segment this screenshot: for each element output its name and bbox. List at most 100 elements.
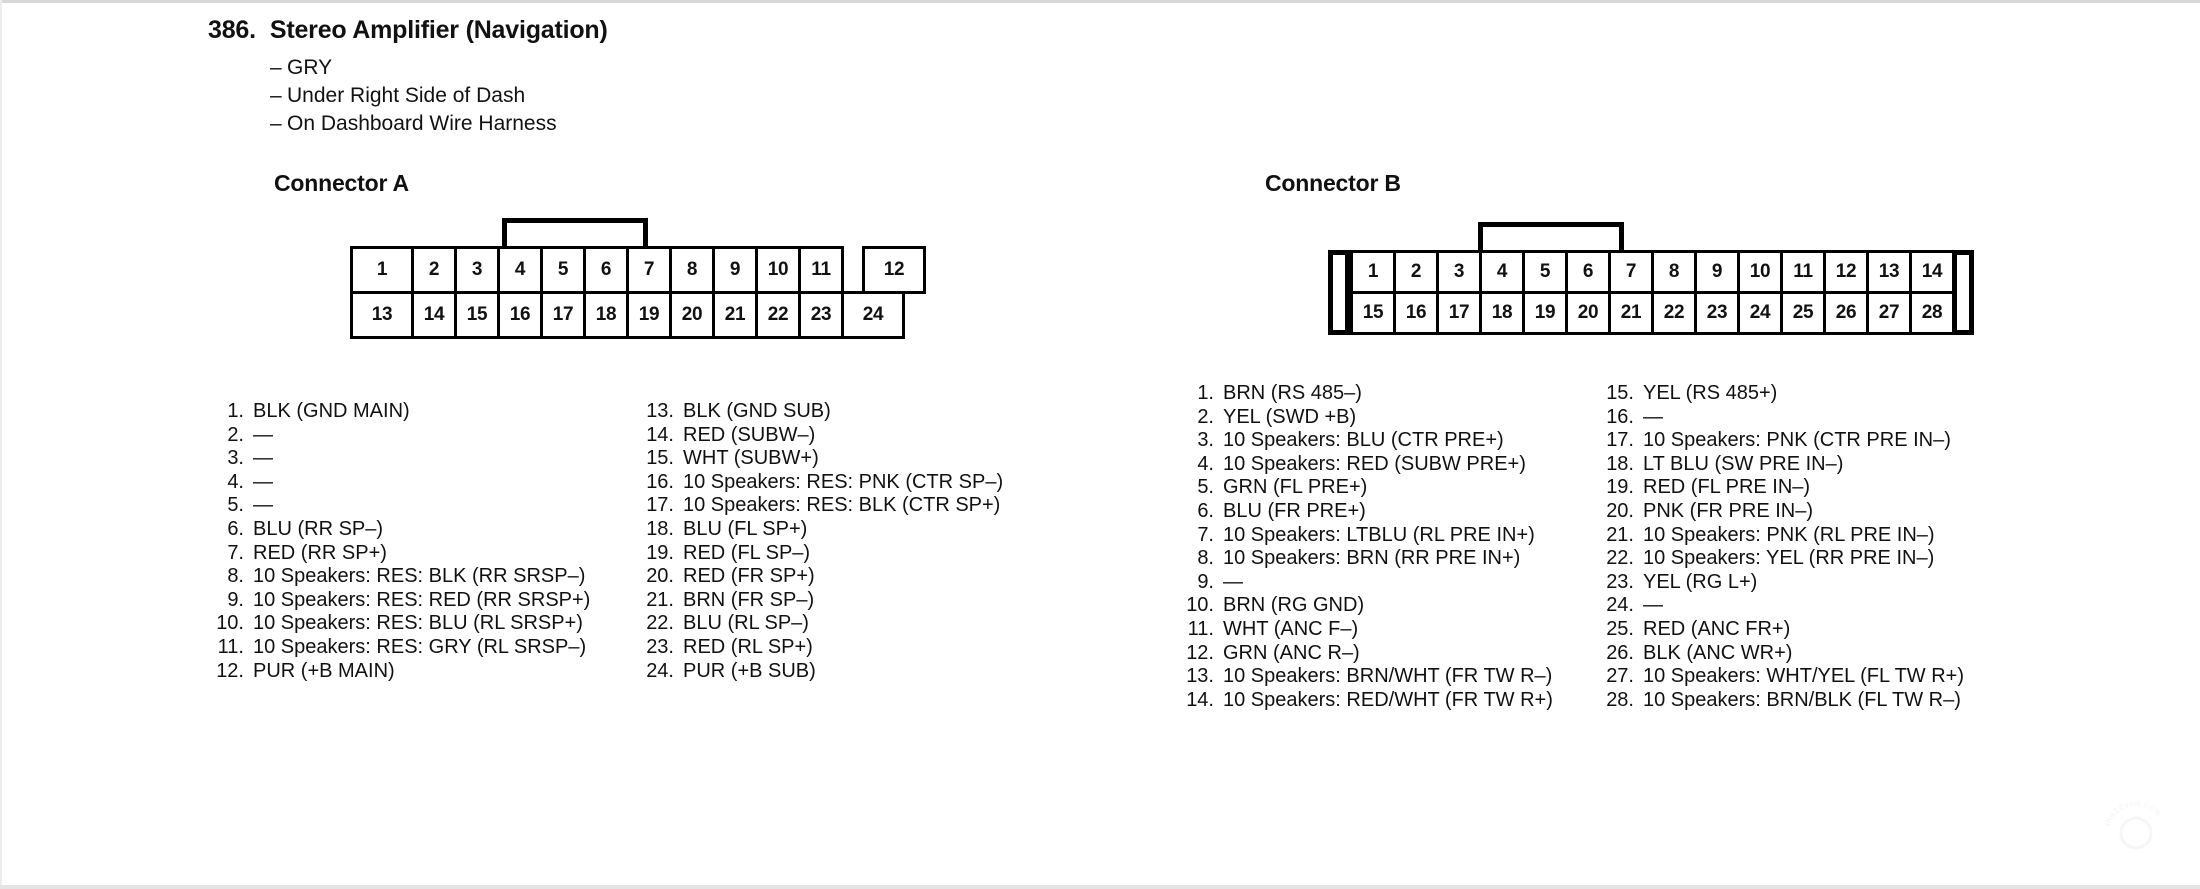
pin-description: RED (SUBW–) xyxy=(683,423,816,446)
pin-description: — xyxy=(1643,405,1663,428)
site-watermark: the12volt.com xyxy=(2098,795,2174,871)
pin-list-item: 20. RED (FR SP+) xyxy=(638,565,1058,587)
connector-a-pin-lists: 1. BLK (GND MAIN) 2. — 3. — 4. — 5. — 6. BLU (RR SP… xyxy=(208,400,1058,683)
pin-list-item: 28. 10 Speakers: BRN/BLK (FL TW R–) xyxy=(1598,689,2018,711)
pin-description: 10 Speakers: RES: RED (RR SRSP+) xyxy=(253,588,591,611)
pin-description: BLK (GND MAIN) xyxy=(253,400,410,422)
pin-cell: 28 xyxy=(1909,291,1955,335)
pin-list-item: 7. RED (RR SP+) xyxy=(208,542,638,564)
entry-title: Stereo Amplifier (Navigation) xyxy=(269,16,608,44)
pin-number: 28. xyxy=(1606,688,1634,711)
connector-b-diagram: 1 2 3 4 5 6 7 8 9 10 11 12 13 14 15 16 17 18 19 20 21 22 23 24… xyxy=(1328,222,1974,335)
pin-number: 16. xyxy=(1606,405,1634,428)
pin-number: 1. xyxy=(1197,382,1214,404)
pin-description: 10 Speakers: YEL (RR PRE IN–) xyxy=(1643,547,1935,570)
pin-cell: 18 xyxy=(1479,291,1525,335)
pin-description: 10 Speakers: BRN/BLK (FL TW R–) xyxy=(1643,688,1961,711)
pin-list-item: 25. RED (ANC FR+) xyxy=(1598,618,2018,640)
pin-description: GRN (ANC R–) xyxy=(1223,641,1360,664)
header-note: – On Dashboard Wire Harness xyxy=(270,110,1108,138)
pin-list-item: 15. YEL (RS 485+) xyxy=(1598,382,2018,404)
pin-number: 9. xyxy=(227,588,244,611)
pin-description: WHT (ANC F–) xyxy=(1223,617,1359,640)
pin-description: RED (RL SP+) xyxy=(683,635,813,658)
pin-cell: 24 xyxy=(1737,291,1783,335)
pin-description: 10 Speakers: BRN (RR PRE IN+) xyxy=(1223,547,1521,570)
pin-number: 14. xyxy=(646,423,674,446)
pin-number: 22. xyxy=(646,612,674,635)
pin-list-item: 12. PUR (+B MAIN) xyxy=(208,660,638,682)
pin-list-item: 7. 10 Speakers: LTBLU (RL PRE IN+) xyxy=(1178,524,1598,546)
pin-list-item: 5. — xyxy=(208,494,638,516)
page-bottom-rule xyxy=(0,885,2200,889)
pin-number: 26. xyxy=(1606,641,1634,664)
pin-description: BLK (GND SUB) xyxy=(683,400,831,422)
pin-description: PUR (+B MAIN) xyxy=(253,659,395,682)
pin-list-item: 27. 10 Speakers: WHT/YEL (FL TW R+) xyxy=(1598,665,2018,687)
pin-list-item: 8. 10 Speakers: RES: BLK (RR SRSP–) xyxy=(208,565,638,587)
pin-list-item: 18. LT BLU (SW PRE IN–) xyxy=(1598,453,2018,475)
pin-description: PNK (FR PRE IN–) xyxy=(1643,499,1814,522)
pin-description: 10 Speakers: BRN/WHT (FR TW R–) xyxy=(1223,665,1553,688)
pin-number: 8. xyxy=(227,565,244,588)
pin-cell: 20 xyxy=(669,291,715,339)
pin-description: 10 Speakers: RES: PNK (CTR SP–) xyxy=(683,470,1004,493)
pin-cell: 2 xyxy=(1393,250,1439,294)
pin-list-item: 10. BRN (RG GND) xyxy=(1178,594,1598,616)
pin-cell: 13 xyxy=(350,291,414,339)
connector-a-top-pin-row: 1 2 3 4 5 6 7 8 9 10 11 12 xyxy=(350,246,926,294)
connector-b-pin-grid: 1 2 3 4 5 6 7 8 9 10 11 12 13 14 15 16 17 18 19 20 21 22 23 24… xyxy=(1328,250,1974,335)
pin-list-item: 1. BLK (GND MAIN) xyxy=(208,400,638,422)
pin-description: RED (ANC FR+) xyxy=(1643,617,1791,640)
connector-a-pin-list-right: 13. BLK (GND SUB) 14. RED (SUBW–) 15. WHT (SU… xyxy=(638,400,1058,683)
page-left-rule xyxy=(0,0,2,889)
pin-number: 4. xyxy=(227,470,244,493)
pin-list-item: 9. — xyxy=(1178,571,1598,593)
pin-number: 13. xyxy=(1186,665,1214,688)
pin-number: 23. xyxy=(646,635,674,658)
pin-number: 2. xyxy=(1197,405,1214,428)
connector-a-pin-list-left: 1. BLK (GND MAIN) 2. — 3. — 4. — 5. — 6. BLU (RR SP… xyxy=(208,400,638,683)
pin-description: YEL (RG L+) xyxy=(1643,570,1758,593)
pin-description: BLU (FL SP+) xyxy=(683,517,808,540)
pin-description: RED (RR SP+) xyxy=(253,541,387,564)
connector-b-top-pin-row: 1 2 3 4 5 6 7 8 9 10 11 12 13 14 xyxy=(1350,250,1955,294)
pin-list-item: 13. 10 Speakers: BRN/WHT (FR TW R–) xyxy=(1178,665,1598,687)
pin-cell: 4 xyxy=(1479,250,1525,294)
pin-cell: 1 xyxy=(1350,250,1396,294)
pin-description: 10 Speakers: WHT/YEL (FL TW R+) xyxy=(1643,665,1965,688)
pin-list-item: 11. WHT (ANC F–) xyxy=(1178,618,1598,640)
pin-cell: 8 xyxy=(669,246,715,294)
connector-b-bottom-pin-row: 15 16 17 18 19 20 21 22 23 24 25 26 27 28 xyxy=(1350,291,1955,335)
pin-list-item: 24. PUR (+B SUB) xyxy=(638,660,1058,682)
pin-list-item: 3. — xyxy=(208,447,638,469)
pin-number: 17. xyxy=(646,494,674,517)
pin-cell: 5 xyxy=(1522,250,1568,294)
pin-description: 10 Speakers: RES: BLK (RR SRSP–) xyxy=(253,565,586,588)
pin-list-item: 2. YEL (SWD +B) xyxy=(1178,406,1598,428)
pin-number: 2. xyxy=(227,423,244,446)
pin-cell: 1 xyxy=(350,246,414,294)
pin-list-item: 22. BLU (RL SP–) xyxy=(638,612,1058,634)
pin-number: 3. xyxy=(1197,429,1214,452)
connector-b-pin-list-left: 1. BRN (RS 485–) 2. YEL (SWD +B) 3. 10 Speake… xyxy=(1178,382,1598,712)
pin-list-item: 13. BLK (GND SUB) xyxy=(638,400,1058,422)
pin-list-item: 19. RED (FL PRE IN–) xyxy=(1598,476,2018,498)
pin-number: 1. xyxy=(227,400,244,422)
pin-number: 22. xyxy=(1606,547,1634,570)
pin-description: 10 Speakers: RES: GRY (RL SRSP–) xyxy=(253,635,587,658)
pin-cell: 3 xyxy=(454,246,500,294)
connector-a-pin-grid: 1 2 3 4 5 6 7 8 9 10 11 12 13 14 15 16 17 18 19 20 21 22 23 24 xyxy=(350,246,926,339)
pin-cell: 11 xyxy=(798,246,844,294)
watermark-text: the12volt.com xyxy=(2102,798,2164,827)
pin-list-item: 14. RED (SUBW–) xyxy=(638,424,1058,446)
pin-list-item: 5. GRN (FL PRE+) xyxy=(1178,476,1598,498)
pin-number: 20. xyxy=(1606,499,1634,522)
pin-list-item: 16. — xyxy=(1598,406,2018,428)
pin-cell: 15 xyxy=(1350,291,1396,335)
pin-list-item: 2. — xyxy=(208,424,638,446)
pin-cell: 16 xyxy=(1393,291,1439,335)
pin-number: 5. xyxy=(227,494,244,517)
pin-description: PUR (+B SUB) xyxy=(683,659,816,682)
pin-description: 10 Speakers: RED (SUBW PRE+) xyxy=(1223,452,1526,475)
